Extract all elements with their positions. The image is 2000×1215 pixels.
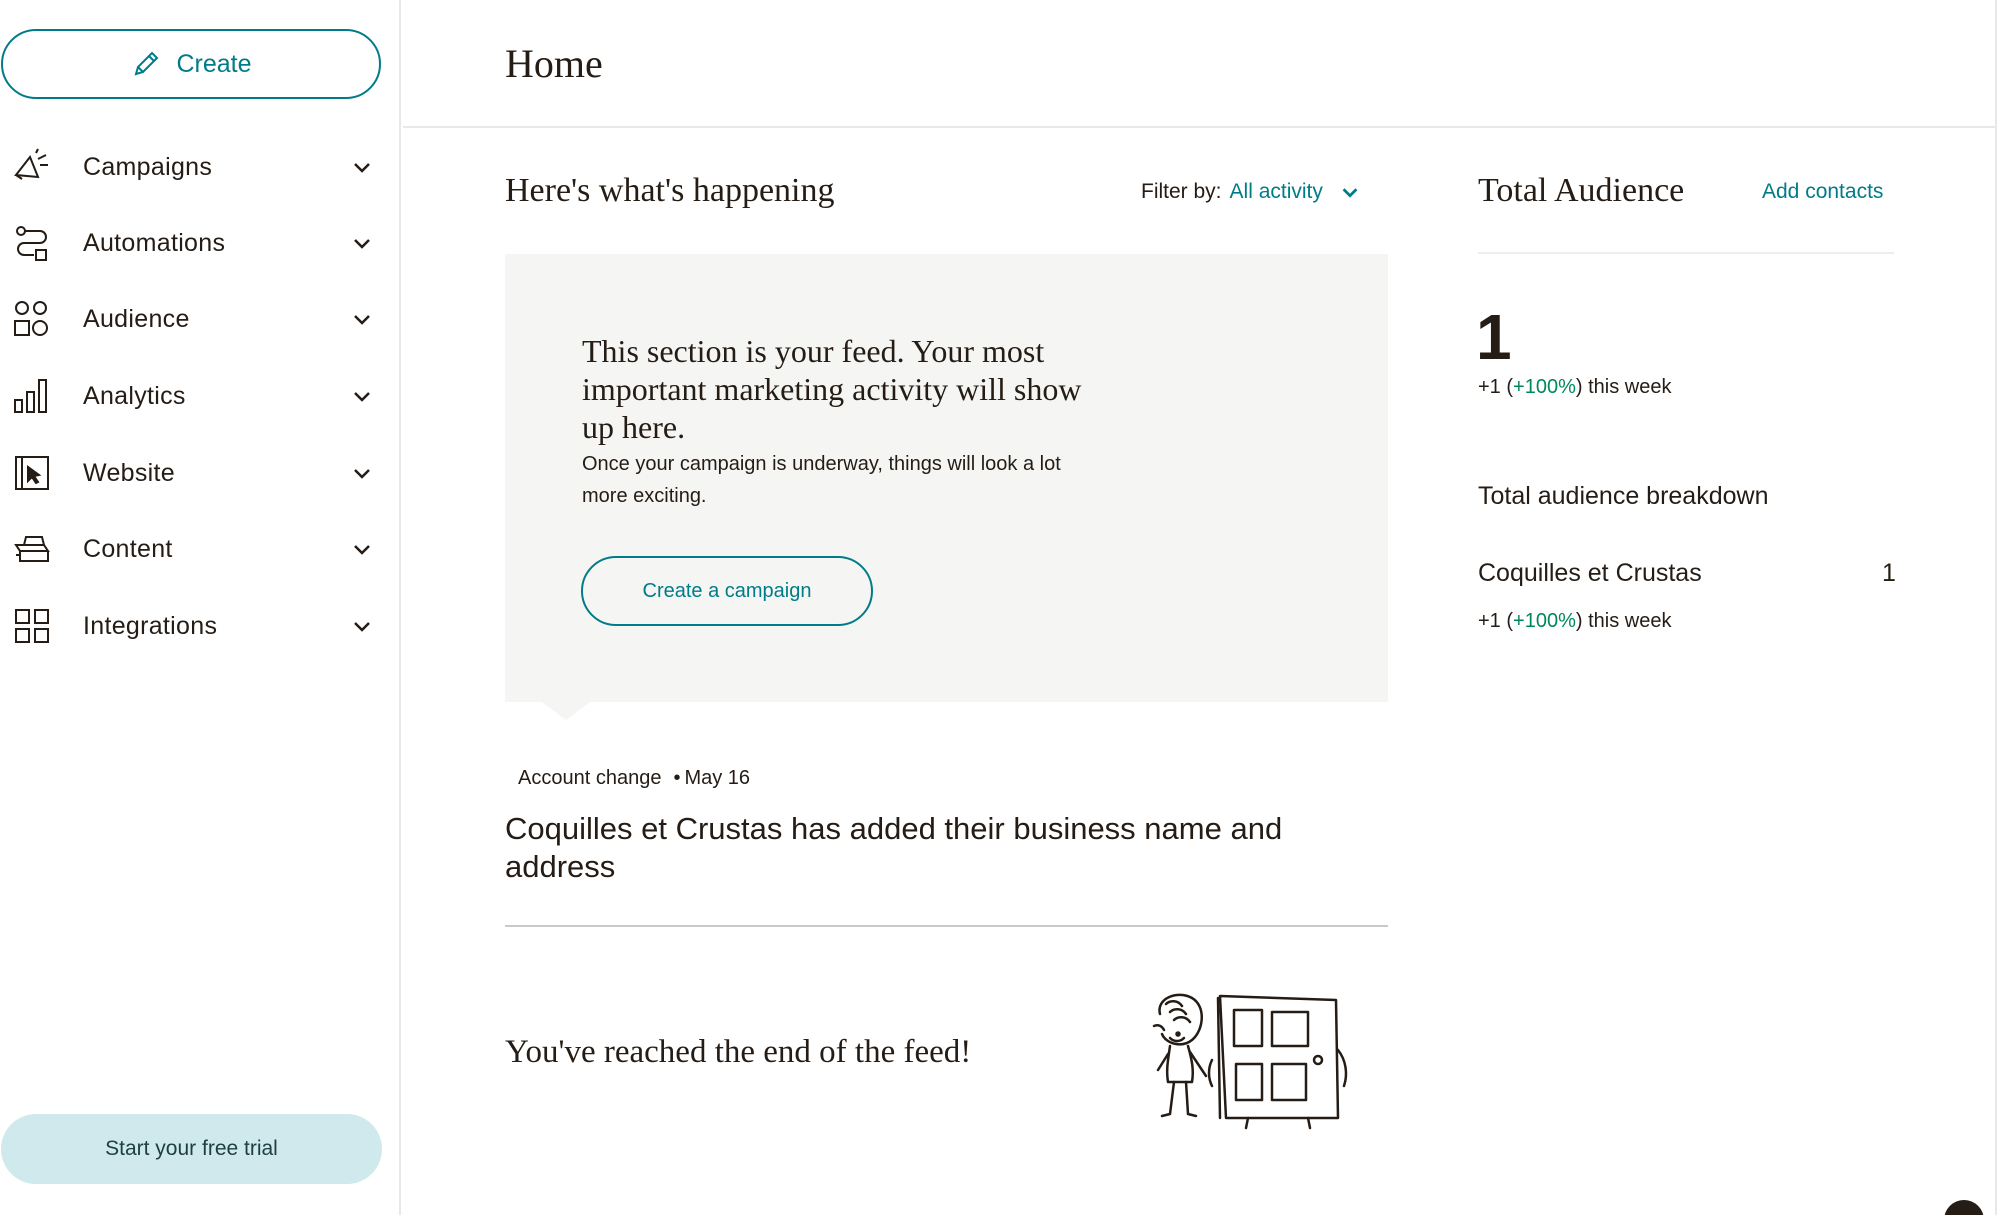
chevron-down-icon	[1342, 188, 1358, 198]
delta-prefix: +1 (	[1478, 610, 1514, 632]
create-button-label: Create	[176, 49, 252, 78]
sidebar-item-label: Content	[83, 534, 173, 563]
pencil-icon	[135, 51, 159, 76]
sidebar-item-audience[interactable]: Audience	[0, 289, 390, 349]
page-header: Home	[403, 0, 1995, 128]
right-divider	[1995, 0, 1997, 1215]
filter-dropdown[interactable]: Filter by: All activity	[1141, 180, 1361, 204]
sidebar-item-label: Analytics	[83, 381, 186, 410]
sidebar-item-label: Campaigns	[83, 152, 213, 181]
automation-flow-icon	[16, 226, 47, 261]
sidebar-item-campaigns[interactable]: Campaigns	[0, 137, 390, 197]
event-date: May 16	[684, 767, 751, 789]
delta-suffix: ) this week	[1575, 610, 1672, 632]
breakdown-audience-name: Coquilles et Crustas	[1478, 559, 1702, 587]
megaphone-icon	[14, 148, 48, 180]
empty-feed-heading: This section is your feed. Your most imp…	[582, 333, 1082, 445]
total-audience-count: 1	[1476, 301, 1512, 373]
create-button[interactable]: Create	[1, 29, 381, 99]
page-title: Home	[505, 41, 603, 86]
start-free-trial-button[interactable]: Start your free trial	[1, 1114, 382, 1184]
chevron-down-icon	[354, 469, 370, 479]
sidebar-item-analytics[interactable]: Analytics	[0, 366, 390, 426]
breakdown-weekly-change: +1 (+100%) this week	[1478, 610, 1671, 633]
breakdown-audience-count: 1	[1882, 559, 1896, 587]
sidebar-item-label: Audience	[83, 304, 190, 333]
add-contacts-link[interactable]: Add contacts	[1762, 180, 1883, 204]
feed-title: Here's what's happening	[505, 172, 835, 209]
delta-percent: +100%	[1513, 610, 1576, 632]
sidebar-item-label: Website	[83, 458, 175, 487]
delta-suffix: ) this week	[1575, 376, 1672, 398]
delta-prefix: +1 (	[1478, 376, 1514, 398]
filter-label: Filter by:	[1141, 180, 1222, 203]
card-pointer	[542, 702, 590, 720]
event-type: Account change	[518, 767, 662, 789]
feed-divider	[505, 925, 1388, 927]
chevron-down-icon	[354, 163, 370, 173]
sidebar-item-automations[interactable]: Automations	[0, 213, 390, 273]
audience-weekly-change: +1 (+100%) this week	[1478, 376, 1671, 399]
event-description: Coquilles et Crustas has added their bus…	[505, 811, 1283, 884]
content-stack-icon	[14, 536, 50, 562]
help-chat-button[interactable]	[1944, 1200, 1984, 1215]
filter-value: All activity	[1229, 180, 1323, 203]
chevron-down-icon	[354, 392, 370, 402]
chevron-down-icon	[354, 315, 370, 325]
sidebar-item-integrations[interactable]: Integrations	[0, 596, 390, 656]
create-campaign-button[interactable]: Create a campaign	[581, 556, 873, 626]
person-and-door-illustration	[1152, 993, 1348, 1130]
sidebar: Create Campaigns Automations Audience An…	[0, 0, 401, 1215]
audience-divider	[1478, 252, 1894, 254]
empty-feed-subtext: Once your campaign is underway, things w…	[582, 453, 1061, 507]
event-meta: Account change • May 16	[518, 767, 750, 790]
sidebar-item-website[interactable]: Website	[0, 443, 390, 503]
grid-icon	[15, 609, 49, 643]
chevron-down-icon	[354, 545, 370, 555]
website-cursor-icon	[15, 456, 49, 490]
sidebar-item-label: Automations	[83, 228, 226, 257]
delta-percent: +100%	[1513, 376, 1576, 398]
end-of-feed-text: You've reached the end of the feed!	[505, 1034, 972, 1070]
sidebar-item-content[interactable]: Content	[0, 519, 390, 579]
chevron-down-icon	[354, 239, 370, 249]
meta-separator: •	[673, 767, 681, 789]
audience-people-icon	[14, 301, 48, 336]
audience-breakdown-title: Total audience breakdown	[1478, 482, 1769, 510]
chevron-down-icon	[354, 622, 370, 632]
total-audience-title: Total Audience	[1478, 172, 1685, 209]
bar-chart-icon	[14, 379, 47, 413]
sidebar-item-label: Integrations	[83, 611, 218, 640]
feed-empty-card: This section is your feed. Your most imp…	[505, 254, 1388, 720]
